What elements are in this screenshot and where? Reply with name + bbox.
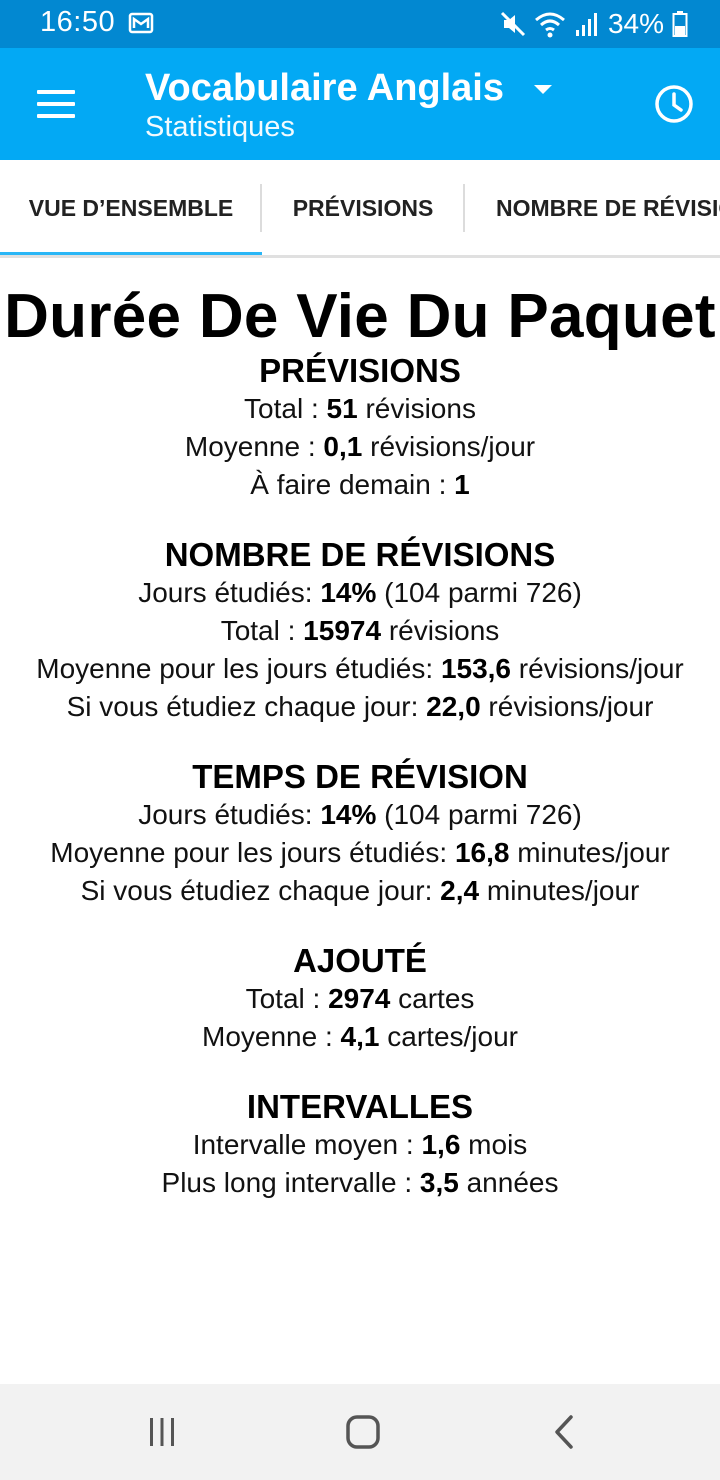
stat-value: 15974 <box>303 615 382 646</box>
tab-forecast[interactable]: PRÉVISIONS <box>262 160 464 255</box>
stat-line: Si vous étudiez chaque jour: 2,4 minutes… <box>0 872 720 910</box>
mail-icon <box>128 12 154 34</box>
stat-line: Plus long intervalle : 3,5 années <box>0 1164 720 1202</box>
status-icons: 34% <box>500 6 688 42</box>
mute-icon <box>500 11 526 37</box>
stat-value: 2974 <box>328 983 391 1014</box>
stats-section: INTERVALLES Intervalle moyen : 1,6 mois Pl… <box>0 1088 720 1202</box>
tab-overview[interactable]: VUE D’ENSEMBLE <box>0 160 262 255</box>
stats-section: TEMPS DE RÉVISION Jours étudiés: 14% (104… <box>0 758 720 910</box>
history-clock-icon[interactable] <box>652 82 696 126</box>
stat-unit: minutes/jour <box>509 837 670 868</box>
dropdown-arrow-icon[interactable] <box>533 84 553 96</box>
status-time: 16:50 <box>40 6 116 38</box>
stat-line: Moyenne pour les jours étudiés: 153,6 ré… <box>0 650 720 688</box>
stat-line: Moyenne pour les jours étudiés: 16,8 min… <box>0 834 720 872</box>
stat-value: 2,4 <box>440 875 480 906</box>
stat-label: À faire demain : <box>250 469 455 500</box>
app-title: Vocabulaire Anglais <box>145 67 504 109</box>
stat-line: Total : 51 révisions <box>0 390 720 428</box>
app-bar: Vocabulaire Anglais Statistiques <box>0 48 720 160</box>
stats-section: PRÉVISIONS Total : 51 révisions Moyenne : … <box>0 352 720 504</box>
section-title: PRÉVISIONS <box>259 352 461 389</box>
stat-value: 1 <box>454 469 470 500</box>
back-icon[interactable] <box>541 1408 589 1456</box>
stat-line: Jours étudiés: 14% (104 parmi 726) <box>0 796 720 834</box>
stat-label: Total : <box>244 393 327 424</box>
stat-line: Total : 15974 révisions <box>0 612 720 650</box>
stat-unit: minutes/jour <box>479 875 640 906</box>
signal-icon <box>575 13 597 36</box>
stats-sections: PRÉVISIONS Total : 51 révisions Moyenne : … <box>0 352 720 1202</box>
stat-value: 4,1 <box>340 1021 380 1052</box>
page-title: Durée De Vie Du Paquet <box>4 282 716 351</box>
battery-percent: 34% <box>607 8 664 39</box>
stat-label: Moyenne : <box>202 1021 341 1052</box>
stat-unit: cartes/jour <box>379 1021 518 1052</box>
stat-value: 0,1 <box>323 431 363 462</box>
stat-label: Jours étudiés: <box>138 799 321 830</box>
stat-label: Jours étudiés: <box>138 577 321 608</box>
status-bar: 16:50 34% <box>0 0 720 48</box>
stat-unit: mois <box>460 1129 528 1160</box>
stat-line: Moyenne : 0,1 révisions/jour <box>0 428 720 466</box>
stat-unit: (104 parmi 726) <box>376 577 582 608</box>
home-icon[interactable] <box>339 1408 387 1456</box>
stat-value: 14% <box>320 799 377 830</box>
tab-bar: VUE D’ENSEMBLE PRÉVISIONS NOMBRE DE RÉVI… <box>0 160 720 258</box>
menu-icon[interactable] <box>26 76 86 132</box>
stat-label: Plus long intervalle : <box>161 1167 420 1198</box>
deck-selector[interactable]: Vocabulaire Anglais Statistiques <box>145 66 585 144</box>
stat-unit: révisions/jour <box>480 691 654 722</box>
stats-section: AJOUTÉ Total : 2974 cartes Moyenne : 4,1 c… <box>0 942 720 1056</box>
stat-unit: révisions <box>381 615 500 646</box>
stat-unit: (104 parmi 726) <box>376 799 582 830</box>
stat-label: Moyenne pour les jours étudiés: <box>36 653 441 684</box>
stat-unit: années <box>458 1167 559 1198</box>
section-title: NOMBRE DE RÉVISIONS <box>164 536 556 573</box>
stat-unit: révisions/jour <box>511 653 684 684</box>
stat-value: 14% <box>320 577 377 608</box>
wifi-icon <box>534 12 565 38</box>
stat-line: À faire demain : 1 <box>0 466 720 504</box>
app-subtitle: Statistiques <box>145 111 295 143</box>
stat-label: Intervalle moyen : <box>192 1129 422 1160</box>
stat-line: Total : 2974 cartes <box>0 980 720 1018</box>
stat-value: 153,6 <box>440 653 512 684</box>
stat-label: Si vous étudiez chaque jour: <box>66 691 427 722</box>
stat-label: Moyenne : <box>184 431 324 462</box>
stat-line: Jours étudiés: 14% (104 parmi 726) <box>0 574 720 612</box>
stat-value: 1,6 <box>421 1129 461 1160</box>
recent-apps-icon[interactable] <box>138 1408 186 1456</box>
stat-label: Total : <box>220 615 304 646</box>
navigation-bar <box>0 1384 720 1480</box>
stat-value: 3,5 <box>419 1167 459 1198</box>
stat-line: Intervalle moyen : 1,6 mois <box>0 1126 720 1164</box>
section-title: AJOUTÉ <box>293 942 427 979</box>
stat-value: 22,0 <box>426 691 481 722</box>
stat-unit: cartes <box>390 983 475 1014</box>
stat-value: 16,8 <box>454 837 510 868</box>
stat-label: Si vous étudiez chaque jour: <box>80 875 441 906</box>
tab-review-count[interactable]: NOMBRE DE RÉVISIONS <box>464 160 720 255</box>
stat-line: Moyenne : 4,1 cartes/jour <box>0 1018 720 1056</box>
battery-icon <box>672 11 688 37</box>
stat-label: Moyenne pour les jours étudiés: <box>50 837 455 868</box>
section-title: TEMPS DE RÉVISION <box>192 758 528 795</box>
stat-unit: révisions/jour <box>362 431 536 462</box>
stat-value: 51 <box>326 393 358 424</box>
section-title: INTERVALLES <box>246 1088 474 1125</box>
stat-label: Total : <box>245 983 329 1014</box>
stat-line: Si vous étudiez chaque jour: 22,0 révisi… <box>0 688 720 726</box>
stat-unit: révisions <box>357 393 476 424</box>
stats-section: NOMBRE DE RÉVISIONS Jours étudiés: 14% (1… <box>0 536 720 726</box>
stats-content[interactable]: Durée De Vie Du Paquet PRÉVISIONS Total :… <box>0 258 720 1384</box>
